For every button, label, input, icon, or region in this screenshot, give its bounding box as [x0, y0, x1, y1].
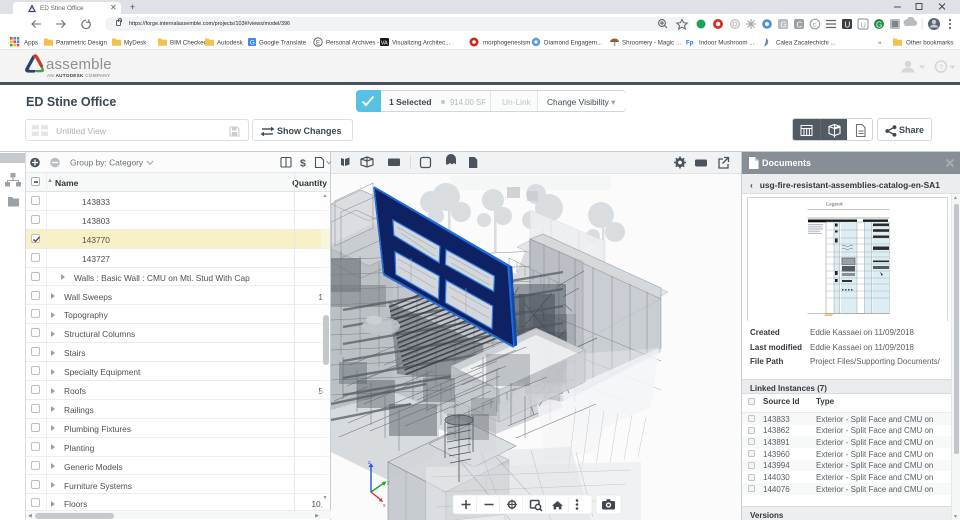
svg-text:Indoor Mushroom ...: Indoor Mushroom ... — [699, 40, 755, 47]
svg-text:U: U — [861, 20, 866, 29]
svg-text:G: G — [250, 39, 255, 46]
svg-text:c: c — [813, 20, 817, 29]
svg-text:Legend: Legend — [826, 202, 843, 208]
svg-text:G: G — [781, 20, 787, 29]
svg-text:U: U — [845, 20, 851, 29]
svg-text:VA: VA — [381, 40, 388, 46]
svg-text:C: C — [797, 20, 803, 29]
svg-text:Fp: Fp — [686, 40, 694, 47]
svg-text:Google Translate: Google Translate — [259, 40, 307, 47]
svg-text:MyDesk: MyDesk — [124, 40, 147, 47]
svg-text:$: $ — [300, 158, 306, 170]
svg-text:Autodesk: Autodesk — [217, 40, 244, 47]
svg-text:Visualizing Architec...: Visualizing Architec... — [392, 40, 451, 47]
svg-text:Parametric Design: Parametric Design — [56, 40, 107, 47]
svg-text:E: E — [316, 40, 320, 46]
svg-text:?: ? — [939, 62, 944, 71]
svg-text:BIM Checker: BIM Checker — [170, 40, 206, 47]
svg-text:»: » — [878, 40, 882, 47]
svg-text:Shroomery - Magic ...: Shroomery - Magic ... — [622, 40, 681, 47]
svg-text:Personal Archives - ...: Personal Archives - ... — [326, 40, 386, 47]
svg-text:Calea Zacatechichi ...: Calea Zacatechichi ... — [776, 40, 836, 47]
svg-text:Apps: Apps — [24, 40, 38, 47]
svg-text:Other bookmarks: Other bookmarks — [906, 40, 953, 47]
svg-text:Diamond Engagem...: Diamond Engagem... — [544, 40, 602, 47]
svg-text:G: G — [876, 20, 882, 29]
svg-text:Group by: Category: Group by: Category — [70, 158, 144, 168]
svg-text:morphogenesism: morphogenesism — [483, 40, 530, 47]
